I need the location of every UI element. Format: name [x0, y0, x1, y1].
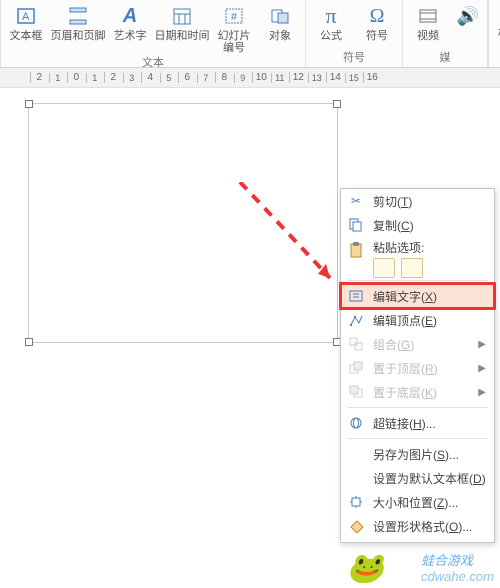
- chevron-right-icon: ▶: [478, 387, 486, 398]
- svg-text:#: #: [231, 11, 238, 23]
- audio-button[interactable]: 🔊: [453, 2, 483, 42]
- video-button[interactable]: 视频: [407, 2, 449, 42]
- group-label-media: 媒: [440, 49, 451, 67]
- separator: [347, 280, 488, 281]
- menu-group: 组合(G) ▶: [341, 332, 494, 356]
- blank-icon: [347, 445, 365, 463]
- group-icon: [347, 335, 365, 353]
- ribbon: A 文本框 页眉和页脚 A 艺术字 日期和时间 # 幻灯片 编号 对象: [0, 0, 500, 68]
- shape-style-button[interactable]: [495, 4, 500, 22]
- paste-option-1[interactable]: [373, 258, 395, 278]
- size-icon: [347, 493, 365, 511]
- frog-icon: 🐸: [347, 551, 384, 586]
- watermark: 🐸 蛙合游戏 cdwahe.com: [421, 550, 494, 584]
- menu-cut[interactable]: ✂ 剪切(T): [341, 189, 494, 213]
- ribbon-group-symbols: π 公式 Ω 符号 符号: [306, 0, 403, 67]
- horizontal-ruler: 21012345678910111213141516: [0, 68, 500, 88]
- group-label-text: 文本: [142, 54, 164, 72]
- blank-icon: [347, 469, 365, 487]
- slide-number-button[interactable]: # 幻灯片 编号: [213, 2, 255, 54]
- group-label-symbols: 符号: [343, 49, 365, 67]
- audio-icon: 🔊: [456, 4, 480, 28]
- textbox-icon: A: [14, 4, 38, 28]
- object-button[interactable]: 对象: [259, 2, 301, 54]
- video-icon: [416, 4, 440, 28]
- copy-icon: [347, 216, 365, 234]
- datetime-button[interactable]: 日期和时间: [155, 2, 209, 54]
- omega-icon: Ω: [365, 4, 389, 28]
- selected-textbox[interactable]: [28, 103, 338, 343]
- ribbon-group-text: A 文本框 页眉和页脚 A 艺术字 日期和时间 # 幻灯片 编号 对象: [0, 0, 306, 67]
- menu-hyperlink[interactable]: 超链接(H)...: [341, 411, 494, 435]
- calendar-icon: [170, 4, 194, 28]
- paste-option-2[interactable]: [401, 258, 423, 278]
- context-menu: ✂ 剪切(T) 复制(C) 粘贴选项: 编辑文字(X) 编辑顶点(E) 组合(G…: [340, 188, 495, 543]
- menu-paste-options: 粘贴选项:: [341, 237, 494, 277]
- ribbon-group-media: 视频 🔊 媒: [403, 0, 488, 67]
- menu-edit-points[interactable]: 编辑顶点(E): [341, 308, 494, 332]
- menu-size-and-position[interactable]: 大小和位置(Z)...: [341, 490, 494, 514]
- header-footer-button[interactable]: 页眉和页脚: [51, 2, 105, 54]
- svg-text:A: A: [22, 11, 30, 23]
- edit-text-icon: [347, 287, 365, 305]
- hyperlink-icon: [347, 414, 365, 432]
- menu-format-shape[interactable]: 设置形状格式(O)...: [341, 514, 494, 538]
- slide-number-icon: #: [222, 4, 246, 28]
- symbol-button[interactable]: Ω 符号: [356, 2, 398, 42]
- chevron-right-icon: ▶: [478, 363, 486, 374]
- shape-tools-group: 样式 填充 轮廓: [488, 0, 500, 67]
- scissors-icon: ✂: [347, 192, 365, 210]
- pi-icon: π: [319, 4, 343, 28]
- object-icon: [268, 4, 292, 28]
- separator: [347, 438, 488, 439]
- menu-edit-text[interactable]: 编辑文字(X): [341, 284, 494, 308]
- equation-button[interactable]: π 公式: [310, 2, 352, 42]
- format-icon: [347, 517, 365, 535]
- wordart-icon: A: [118, 4, 142, 28]
- bring-front-icon: [347, 359, 365, 377]
- wordart-button[interactable]: A 艺术字: [109, 2, 151, 54]
- send-back-icon: [347, 383, 365, 401]
- canvas-area: ✂ 剪切(T) 复制(C) 粘贴选项: 编辑文字(X) 编辑顶点(E) 组合(G…: [0, 88, 500, 588]
- style-label: 样式: [495, 24, 500, 41]
- chevron-right-icon: ▶: [478, 339, 486, 350]
- clipboard-icon: [347, 241, 365, 259]
- edit-points-icon: [347, 311, 365, 329]
- menu-save-as-picture[interactable]: 另存为图片(S)...: [341, 442, 494, 466]
- menu-set-default-textbox[interactable]: 设置为默认文本框(D): [341, 466, 494, 490]
- menu-copy[interactable]: 复制(C): [341, 213, 494, 237]
- header-footer-icon: [66, 4, 90, 28]
- separator: [347, 407, 488, 408]
- menu-send-to-back: 置于底层(K) ▶: [341, 380, 494, 404]
- menu-bring-to-front: 置于顶层(R) ▶: [341, 356, 494, 380]
- textbox-button[interactable]: A 文本框: [5, 2, 47, 54]
